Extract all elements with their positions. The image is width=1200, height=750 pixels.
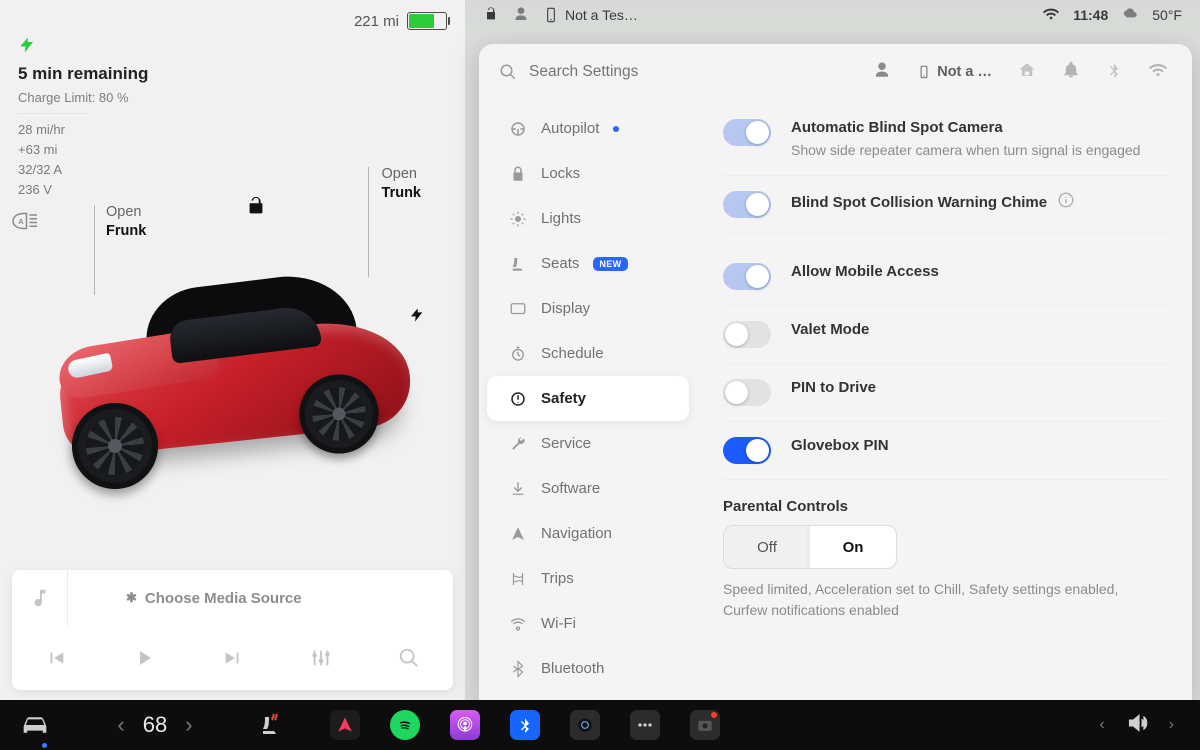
parental-desc: Speed limited, Acceleration set to Chill… <box>723 579 1166 621</box>
info-icon[interactable] <box>1057 191 1075 214</box>
dock-app-nav[interactable] <box>330 710 360 740</box>
sidebar-item-autopilot[interactable]: Autopilot <box>487 106 689 151</box>
sidebar-item-trips[interactable]: Trips <box>487 556 689 601</box>
status-device-label: Not a Tes… <box>565 7 638 23</box>
trunk-label-line2: Trunk <box>382 184 421 203</box>
bottom-dock: ‹ 68 › ‹ › <box>0 700 1200 750</box>
status-device[interactable]: Not a Tes… <box>543 7 638 23</box>
hdr-device-label: Not a … <box>937 64 992 80</box>
sidebar-item-service[interactable]: Service <box>487 421 689 466</box>
charge-remaining: 5 min remaining <box>18 64 447 84</box>
sidebar-item-navigation[interactable]: Navigation <box>487 511 689 556</box>
status-lock-icon[interactable] <box>483 6 499 25</box>
media-eq-button[interactable] <box>277 647 365 669</box>
dock-app-more[interactable] <box>630 710 660 740</box>
car-model-render[interactable] <box>50 255 420 485</box>
frunk-label-line2: Frunk <box>106 222 146 241</box>
settings-modal: Not a … Autopilot Locks Lights SeatsNEW … <box>479 44 1192 700</box>
frunk-button[interactable]: Open Frunk <box>106 203 146 241</box>
label-valet-mode: Valet Mode <box>791 321 1166 338</box>
dock-seat-heat-button[interactable] <box>240 711 300 739</box>
sidebar-item-display[interactable]: Display <box>487 286 689 331</box>
label-mobile-access: Allow Mobile Access <box>791 263 1166 280</box>
toggle-pin-to-drive[interactable] <box>723 379 771 406</box>
dock-indicator-dot-icon <box>42 743 47 748</box>
dot-indicator-icon <box>613 126 619 132</box>
sidebar-item-schedule[interactable]: Schedule <box>487 331 689 376</box>
choose-media-source[interactable]: ✱ Choose Media Source <box>68 590 453 607</box>
status-weather-icon[interactable] <box>1122 6 1138 25</box>
dock-car-button[interactable] <box>0 711 70 739</box>
sidebar-item-wifi[interactable]: Wi-Fi <box>487 601 689 646</box>
sub-blindspot-camera: Show side repeater camera when turn sign… <box>791 140 1166 160</box>
hdr-bluetooth-icon[interactable] <box>1106 61 1122 84</box>
search-wrap[interactable] <box>489 63 873 81</box>
media-source-label: Choose Media Source <box>145 590 302 607</box>
sidebar-item-lights[interactable]: Lights <box>487 196 689 241</box>
toggle-blindspot-chime[interactable] <box>723 191 771 218</box>
label-blindspot-camera: Automatic Blind Spot Camera <box>791 119 1166 136</box>
sidebar-item-locks[interactable]: Locks <box>487 151 689 196</box>
sidebar-item-bluetooth[interactable]: Bluetooth <box>487 646 689 691</box>
dock-app-podcasts[interactable] <box>450 710 480 740</box>
range-text: 221 mi <box>354 13 399 30</box>
toggle-glovebox-pin[interactable] <box>723 437 771 464</box>
vol-up-button[interactable]: › <box>1169 716 1174 734</box>
label-glovebox-pin: Glovebox PIN <box>791 437 1166 454</box>
toggle-valet-mode[interactable] <box>723 321 771 348</box>
new-badge: NEW <box>593 257 627 271</box>
settings-sidebar: Autopilot Locks Lights SeatsNEW Display … <box>479 100 697 700</box>
bolt-icon <box>18 34 447 62</box>
status-temp: 50°F <box>1152 7 1182 23</box>
sidebar-item-seats[interactable]: SeatsNEW <box>487 241 689 286</box>
car-area: Open Frunk Open Trunk <box>20 165 445 525</box>
status-user-icon[interactable] <box>513 6 529 25</box>
media-next-button[interactable] <box>188 647 276 669</box>
sidebar-item-safety[interactable]: Safety <box>487 376 689 421</box>
label-blindspot-chime: Blind Spot Collision Warning Chime <box>791 194 1047 211</box>
hdr-user-icon[interactable] <box>873 61 891 84</box>
dock-app-camera[interactable] <box>570 710 600 740</box>
dock-app-dashcam[interactable] <box>690 710 720 740</box>
status-time: 11:48 <box>1073 7 1108 23</box>
media-card: ✱ Choose Media Source <box>12 570 453 690</box>
temp-down-button[interactable]: ‹ <box>117 712 124 738</box>
trunk-label-line1: Open <box>382 165 421 184</box>
battery-icon <box>407 12 447 30</box>
charge-added: +63 mi <box>18 140 88 160</box>
cabin-temp[interactable]: 68 <box>143 712 167 738</box>
charge-limit[interactable]: Charge Limit: 80 % <box>18 90 447 105</box>
settings-content: Automatic Blind Spot Camera Show side re… <box>697 100 1192 700</box>
volume-icon[interactable] <box>1125 712 1149 739</box>
music-note-icon[interactable] <box>12 570 68 626</box>
label-pin-to-drive: PIN to Drive <box>791 379 1166 396</box>
parental-heading: Parental Controls <box>723 498 1166 515</box>
trunk-button[interactable]: Open Trunk <box>382 165 421 203</box>
sidebar-item-software[interactable]: Software <box>487 466 689 511</box>
parental-on-button[interactable]: On <box>810 526 896 568</box>
charge-rate: 28 mi/hr <box>18 120 88 140</box>
temp-up-button[interactable]: › <box>185 712 192 738</box>
media-play-button[interactable] <box>100 646 188 670</box>
search-input[interactable] <box>529 63 749 81</box>
frunk-label-line1: Open <box>106 203 146 222</box>
dock-app-spotify[interactable] <box>390 710 420 740</box>
parental-off-button[interactable]: Off <box>724 526 810 568</box>
toggle-mobile-access[interactable] <box>723 263 771 290</box>
parental-toggle: Off On <box>723 525 897 569</box>
left-pane: 221 mi 5 min remaining Charge Limit: 80 … <box>0 0 465 700</box>
hdr-bell-icon[interactable] <box>1062 61 1080 84</box>
media-prev-button[interactable] <box>12 647 100 669</box>
dock-app-bluetooth[interactable] <box>510 710 540 740</box>
hdr-device[interactable]: Not a … <box>917 63 992 81</box>
hdr-wifi-icon[interactable] <box>1148 61 1168 84</box>
hdr-homelink-icon[interactable] <box>1018 61 1036 84</box>
status-bar: Not a Tes… 11:48 50°F <box>465 0 1200 30</box>
vol-down-button[interactable]: ‹ <box>1099 716 1104 734</box>
media-search-button[interactable] <box>365 647 453 669</box>
unlock-icon[interactable] <box>245 195 267 222</box>
toggle-blindspot-camera[interactable] <box>723 119 771 146</box>
status-wifi-icon[interactable] <box>1043 6 1059 25</box>
settings-overlay: Not a … Autopilot Locks Lights SeatsNEW … <box>465 30 1200 700</box>
